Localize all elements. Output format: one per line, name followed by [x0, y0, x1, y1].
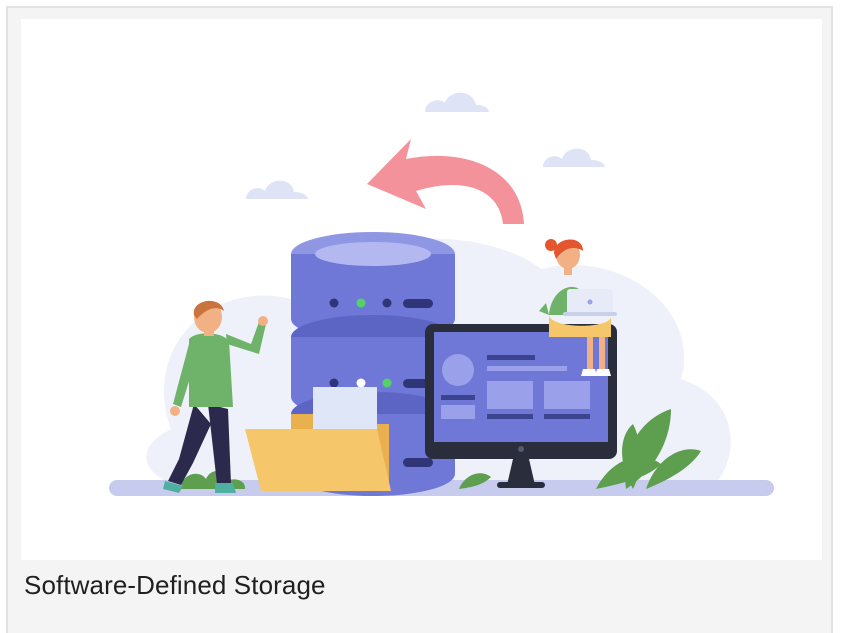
card-caption[interactable]: Software-Defined Storage: [24, 570, 326, 601]
cloud-icon: [425, 92, 489, 112]
storage-card[interactable]: Software-Defined Storage: [6, 6, 833, 633]
storage-illustration: [21, 19, 822, 560]
sync-arrow-icon: [367, 139, 524, 224]
cloud-icon: [543, 148, 605, 167]
cloud-icon: [246, 180, 308, 199]
